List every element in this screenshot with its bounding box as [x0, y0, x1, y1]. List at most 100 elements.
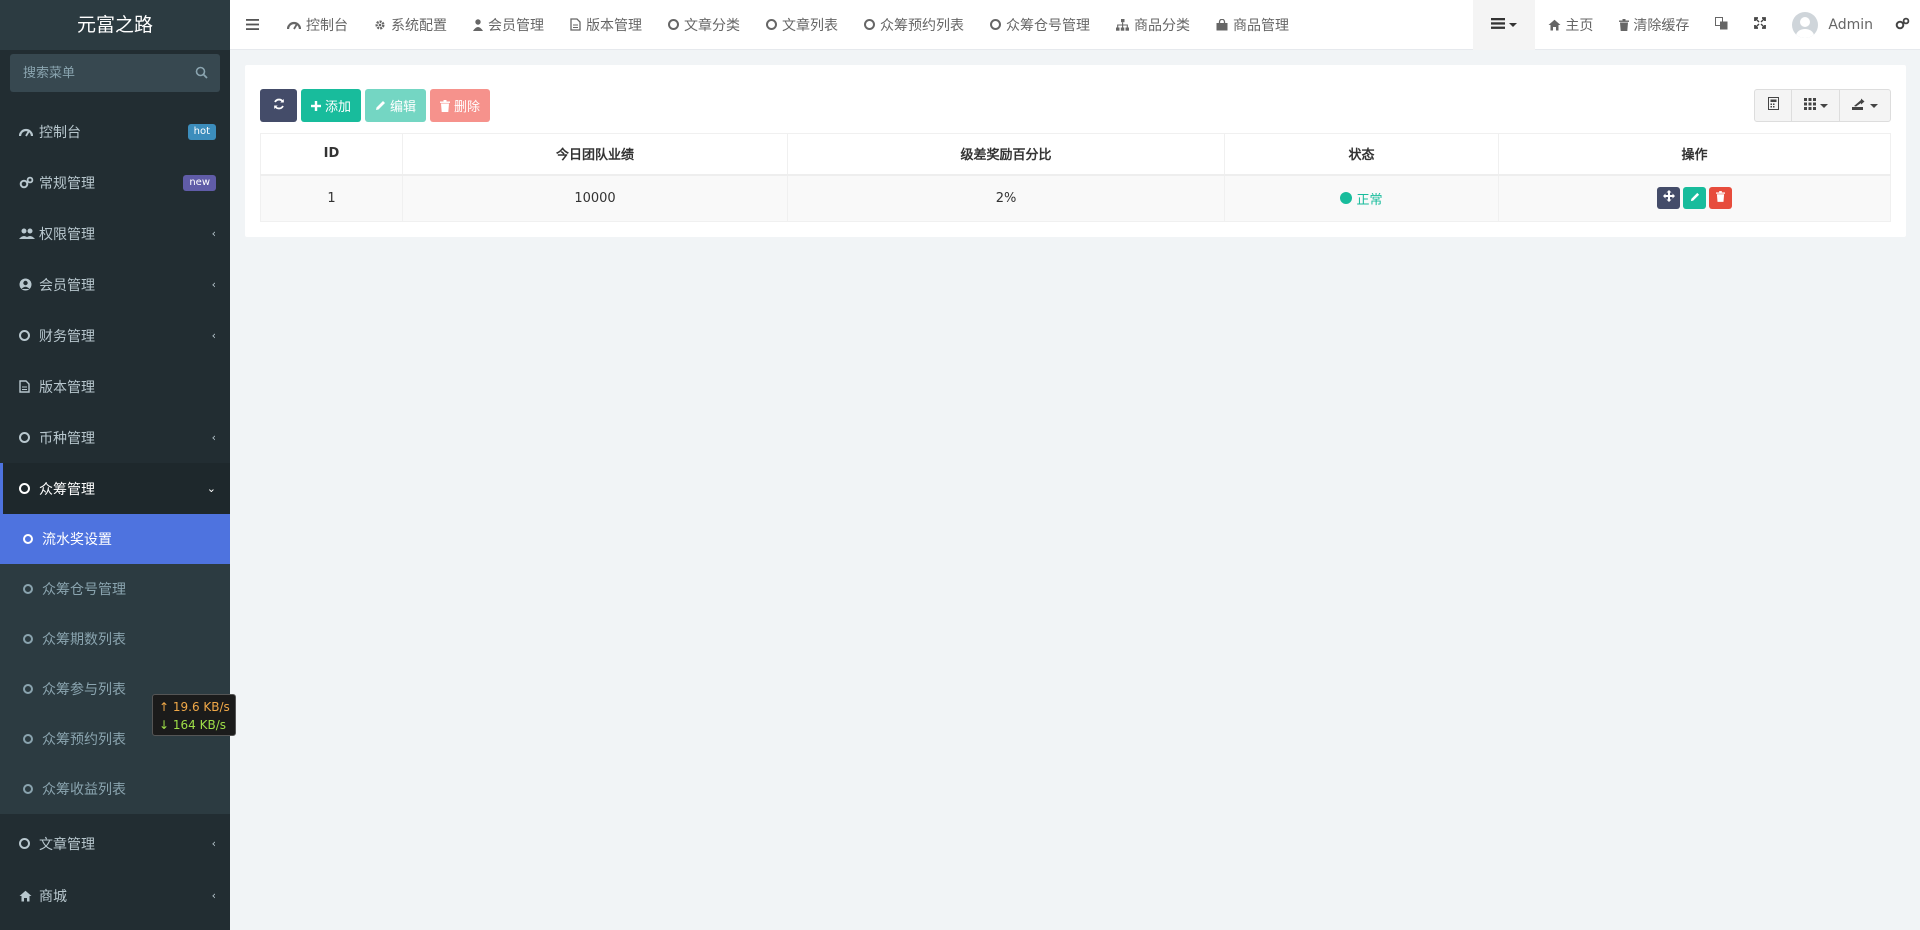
- circle-icon: [19, 483, 39, 494]
- circle-icon: [864, 19, 875, 30]
- cell-id: 1: [260, 174, 403, 222]
- sidebar-item-shop[interactable]: 商城 ‹: [0, 870, 230, 921]
- sidebar-item-version[interactable]: 版本管理: [0, 361, 230, 412]
- pencil-icon: [1690, 191, 1700, 206]
- row-delete-button[interactable]: [1709, 187, 1732, 210]
- brand-title[interactable]: 元富之路: [0, 0, 230, 50]
- circle-icon: [23, 784, 42, 794]
- bag-icon: [1216, 18, 1228, 31]
- cell-status: 正常: [1224, 174, 1499, 222]
- home-link[interactable]: 主页: [1535, 0, 1606, 50]
- tab-product-category[interactable]: 商品分类: [1103, 0, 1203, 50]
- sidebar-item-articles[interactable]: 文章管理 ‹: [0, 814, 230, 870]
- tab-label: 控制台: [306, 17, 348, 34]
- column-header-id[interactable]: ID: [260, 133, 403, 176]
- tab-list-dropdown[interactable]: [1473, 0, 1536, 50]
- table-row[interactable]: 1 10000 2% 正常: [260, 174, 1891, 222]
- tab-crowdfunding-warehouse[interactable]: 众筹仓号管理: [977, 0, 1103, 50]
- refresh-button[interactable]: [260, 89, 297, 122]
- toggle-view-button[interactable]: [1755, 90, 1792, 121]
- search-icon[interactable]: [195, 66, 208, 83]
- edit-button[interactable]: 编辑: [365, 89, 427, 122]
- sidebar-item-label: 控制台: [39, 124, 81, 141]
- circle-icon: [19, 330, 39, 341]
- sidebar-item-finance[interactable]: 财务管理 ‹: [0, 310, 230, 361]
- submenu-item-label: 众筹收益列表: [42, 782, 126, 798]
- table-header-row: ID 今日团队业绩 级差奖励百分比 状态 操作: [260, 133, 1891, 176]
- tab-label: 版本管理: [586, 17, 642, 34]
- tab-article-category[interactable]: 文章分类: [655, 0, 753, 50]
- export-dropdown[interactable]: [1840, 90, 1890, 121]
- tab-product-management[interactable]: 商品管理: [1203, 0, 1302, 50]
- settings-button[interactable]: [1895, 0, 1920, 50]
- sidebar-toggle-icon[interactable]: [230, 0, 274, 50]
- arrows-icon: [1662, 190, 1675, 206]
- submenu-item-flow-reward[interactable]: 流水奖设置: [0, 514, 230, 564]
- submenu-item-label: 众筹预约列表: [42, 732, 126, 748]
- tab-label: 商品管理: [1233, 17, 1289, 34]
- column-header-performance[interactable]: 今日团队业绩: [402, 133, 788, 176]
- sidebar-item-general[interactable]: 常规管理 new: [0, 157, 230, 208]
- crowdfunding-submenu: 流水奖设置 众筹仓号管理 众筹期数列表 众筹参与列表 众筹预约列表 众筹收益列表: [0, 514, 230, 814]
- tab-label: 文章列表: [782, 17, 838, 34]
- drag-sort-button[interactable]: [1657, 187, 1680, 210]
- cell-percent: 2%: [787, 174, 1225, 222]
- user-menu[interactable]: Admin: [1779, 0, 1895, 50]
- clear-cache-label: 清除缓存: [1633, 18, 1690, 34]
- circle-icon: [990, 19, 1001, 30]
- submenu-item-periods[interactable]: 众筹期数列表: [0, 614, 230, 664]
- columns-dropdown[interactable]: [1792, 90, 1840, 121]
- hot-badge: hot: [187, 123, 216, 140]
- plus-icon: [311, 100, 321, 111]
- new-badge: new: [183, 174, 216, 191]
- sidebar-item-members[interactable]: 会员管理 ‹: [0, 259, 230, 310]
- dashboard-icon: [19, 126, 39, 138]
- column-header-status[interactable]: 状态: [1224, 133, 1499, 176]
- network-speed-widget: ↑ 19.6 KB/s ↓ 164 KB/s: [152, 694, 236, 736]
- translate-button[interactable]: [1702, 0, 1741, 50]
- upload-speed: ↑ 19.6 KB/s: [159, 700, 230, 714]
- circle-icon: [19, 838, 39, 849]
- circle-icon: [766, 19, 777, 30]
- data-table: ID 今日团队业绩 级差奖励百分比 状态 操作 1 10000 2% 正常: [260, 133, 1891, 222]
- tab-dashboard[interactable]: 控制台: [274, 0, 361, 50]
- tab-crowdfunding-reservations[interactable]: 众筹预约列表: [851, 0, 977, 50]
- file-icon: [19, 380, 39, 393]
- clear-cache-button[interactable]: 清除缓存: [1606, 0, 1702, 50]
- expand-icon: [1754, 17, 1767, 33]
- submenu-item-label: 众筹参与列表: [42, 682, 126, 698]
- menu-search: [10, 54, 220, 92]
- refresh-icon: [273, 98, 285, 114]
- chevron-left-icon: ‹: [211, 889, 216, 902]
- sidebar-item-currency[interactable]: 币种管理 ‹: [0, 412, 230, 463]
- delete-label: 删除: [454, 100, 481, 115]
- trash-icon: [1619, 19, 1630, 31]
- tab-system-config[interactable]: 系统配置: [361, 0, 460, 50]
- status-badge: 正常: [1340, 189, 1383, 208]
- sidebar-item-crowdfunding[interactable]: 众筹管理 ⌄: [0, 463, 230, 514]
- chevron-left-icon: ‹: [211, 837, 216, 850]
- tab-label: 商品分类: [1134, 17, 1190, 34]
- top-navbar: 控制台 系统配置 会员管理 版本管理 文章分类 文章列表 众筹预约列表 众筹仓号…: [230, 0, 1920, 50]
- delete-button[interactable]: 删除: [430, 89, 491, 122]
- translate-icon: [1715, 16, 1728, 34]
- user-circle-icon: [19, 278, 39, 291]
- sidebar-item-permission[interactable]: 权限管理 ‹: [0, 208, 230, 259]
- submenu-item-warehouse[interactable]: 众筹仓号管理: [0, 564, 230, 614]
- gear-icon: [374, 19, 386, 31]
- fullscreen-button[interactable]: [1741, 0, 1779, 50]
- menu-search-input[interactable]: [10, 54, 220, 92]
- calculator-icon: [1767, 97, 1779, 114]
- cell-operations: [1498, 174, 1891, 222]
- tab-article-list[interactable]: 文章列表: [753, 0, 851, 50]
- add-button[interactable]: 添加: [301, 89, 362, 122]
- row-edit-button[interactable]: [1683, 187, 1706, 210]
- sidebar-item-dashboard[interactable]: 控制台 hot: [0, 106, 230, 157]
- tab-members[interactable]: 会员管理: [460, 0, 557, 50]
- submenu-item-earnings[interactable]: 众筹收益列表: [0, 764, 230, 814]
- sidebar-item-label: 文章管理: [39, 836, 95, 853]
- tab-label: 文章分类: [684, 17, 740, 34]
- tab-version[interactable]: 版本管理: [557, 0, 655, 50]
- column-header-percent[interactable]: 级差奖励百分比: [787, 133, 1225, 176]
- caret-down-icon: [1509, 23, 1518, 27]
